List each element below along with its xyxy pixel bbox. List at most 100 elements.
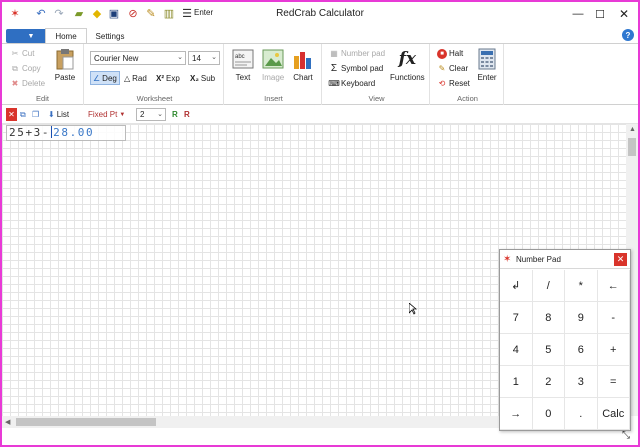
ribbon: ✂ Cut ⧉ Copy ✖ Delete Paste Edit Courier Ne…	[2, 43, 638, 105]
halt-icon[interactable]: ⊘	[126, 7, 140, 21]
paste-button[interactable]: Paste	[54, 48, 76, 82]
symbol-pad-button[interactable]: Σ Symbol pad	[329, 62, 383, 75]
functions-button[interactable]: fx Functions	[390, 48, 425, 82]
number-pad-titlebar[interactable]: ✶ Number Pad ✕	[500, 250, 630, 269]
key-move-right[interactable]: →	[500, 398, 533, 430]
font-size-select[interactable]: 14 ⌄	[188, 51, 220, 65]
exp-label: Exp	[166, 73, 180, 83]
format-select[interactable]: Fixed Pt ▼	[88, 108, 125, 121]
scroll-left-icon[interactable]: ◀	[5, 418, 10, 426]
insert-text-button[interactable]: abc Text	[232, 48, 254, 82]
precision-select[interactable]: 2 ⌄	[136, 108, 166, 121]
key-3[interactable]: 3	[565, 366, 598, 398]
key-7[interactable]: 7	[500, 302, 533, 334]
resize-grip-icon[interactable]: ⤡	[622, 430, 630, 441]
cut-button[interactable]: ✂ Cut	[10, 47, 35, 60]
insert-text-label: Text	[235, 73, 251, 82]
keyboard-icon: ⌨	[328, 79, 340, 88]
save-icon[interactable]: ▣	[107, 7, 121, 21]
cut-label: Cut	[22, 49, 35, 58]
help-icon[interactable]: ?	[622, 29, 634, 41]
close-button[interactable]: ✕	[610, 2, 638, 26]
insert-chart-button[interactable]: Chart	[292, 48, 314, 82]
rad-toggle[interactable]: △ Rad	[122, 71, 149, 85]
key-minus[interactable]: -	[597, 302, 630, 334]
key-divide[interactable]: /	[532, 270, 565, 302]
reset-button[interactable]: ⟲ Reset	[437, 77, 470, 90]
expression-input-text: 25+3-	[9, 126, 51, 139]
key-plus[interactable]: +	[597, 334, 630, 366]
horizontal-scroll-thumb[interactable]	[16, 418, 156, 426]
clear-brush-icon[interactable]: ✎	[144, 7, 158, 21]
clear-label: Clear	[449, 64, 469, 73]
ribbon-tabs: ▼ Home Settings ?	[2, 26, 638, 44]
group-view: ▦ Number pad Σ Symbol pad ⌨ Keyboard fx Fun…	[324, 44, 430, 105]
worksheet-toolbar: ✕ ⧉ ❐ ⬇ List Fixed Pt ▼ 2 ⌄ R R	[2, 105, 638, 124]
rounding-r-icon[interactable]: R	[172, 108, 178, 121]
key-decimal[interactable]: .	[565, 398, 598, 430]
copy-label: Copy	[22, 64, 41, 73]
key-backspace[interactable]: ←	[597, 270, 630, 302]
enter-button[interactable]: Enter	[476, 48, 498, 82]
expression-field[interactable]: 25+3- 28.00	[6, 125, 126, 141]
halt-button[interactable]: ■ Halt	[437, 47, 463, 60]
key-multiply[interactable]: *	[565, 270, 598, 302]
insert-image-button[interactable]: Image	[262, 48, 284, 82]
format-value: Fixed Pt	[88, 110, 118, 119]
number-pad-keys: ↲ / * ← 7 8 9 - 4 5 6 + 1 2 3 = → 0 . Ca…	[500, 270, 630, 430]
key-4[interactable]: 4	[500, 334, 533, 366]
angle-icon: ∠	[93, 73, 101, 83]
enter-label: Enter	[477, 73, 497, 82]
clear-button[interactable]: ✎ Clear	[437, 62, 468, 75]
superscript-icon: X²	[156, 73, 164, 83]
open-file-icon[interactable]: ▰	[72, 7, 86, 21]
exp-toggle[interactable]: X² Exp	[154, 71, 182, 85]
keyboard-button[interactable]: ⌨ Keyboard	[328, 77, 375, 90]
rounding-rr-icon[interactable]: R	[184, 108, 190, 121]
precision-value: 2	[140, 110, 145, 119]
paste-icon	[54, 48, 76, 70]
stack-icon[interactable]: ❐	[32, 108, 39, 121]
delete-button[interactable]: ✖ Delete	[10, 77, 45, 90]
arrow-down-icon: ⬇	[48, 110, 55, 119]
undo-icon[interactable]: ↶	[34, 7, 48, 21]
deg-toggle[interactable]: ∠ Deg	[90, 71, 120, 85]
sub-toggle[interactable]: X₂ Sub	[188, 71, 217, 85]
svg-text:abc: abc	[235, 54, 245, 60]
list-button[interactable]: ⬇ List	[48, 108, 69, 121]
group-view-label: View	[368, 94, 385, 103]
close-worksheet-icon[interactable]: ✕	[6, 108, 17, 121]
key-6[interactable]: 6	[565, 334, 598, 366]
stop-icon: ■	[437, 48, 447, 59]
key-enter[interactable]: ↲	[500, 270, 533, 302]
tab-settings[interactable]: Settings	[90, 28, 130, 44]
vertical-scroll-thumb[interactable]	[628, 138, 636, 156]
trash-icon[interactable]: ▥	[162, 7, 176, 21]
key-2[interactable]: 2	[532, 366, 565, 398]
tag-icon[interactable]: ◆	[90, 7, 104, 21]
key-1[interactable]: 1	[500, 366, 533, 398]
deg-label: Deg	[102, 73, 117, 83]
font-select[interactable]: Courier New ⌄	[90, 51, 186, 65]
quick-enter-label[interactable]: Enter	[194, 8, 213, 17]
key-calc[interactable]: Calc	[597, 398, 630, 430]
key-equals[interactable]: =	[597, 366, 630, 398]
redo-icon[interactable]: ↷	[52, 7, 66, 21]
copy-button[interactable]: ⧉ Copy	[10, 62, 41, 75]
chevron-down-icon: ⌄	[211, 54, 217, 61]
enter-icon[interactable]: ☰	[180, 7, 194, 21]
broom-icon: ✎	[438, 64, 446, 73]
tab-home[interactable]: Home	[45, 28, 87, 44]
scroll-up-icon[interactable]: ▲	[629, 126, 636, 133]
key-8[interactable]: 8	[532, 302, 565, 334]
key-0[interactable]: 0	[532, 398, 565, 430]
mouse-pointer-icon	[409, 303, 417, 315]
number-pad-close-button[interactable]: ✕	[614, 253, 627, 266]
number-pad-button[interactable]: ▦ Number pad	[329, 47, 385, 60]
key-5[interactable]: 5	[532, 334, 565, 366]
copy-worksheet-icon[interactable]: ⧉	[20, 108, 26, 121]
key-9[interactable]: 9	[565, 302, 598, 334]
functions-label: Functions	[390, 73, 425, 82]
group-edit: ✂ Cut ⧉ Copy ✖ Delete Paste Edit	[2, 44, 84, 105]
group-insert-label: Insert	[264, 94, 283, 103]
